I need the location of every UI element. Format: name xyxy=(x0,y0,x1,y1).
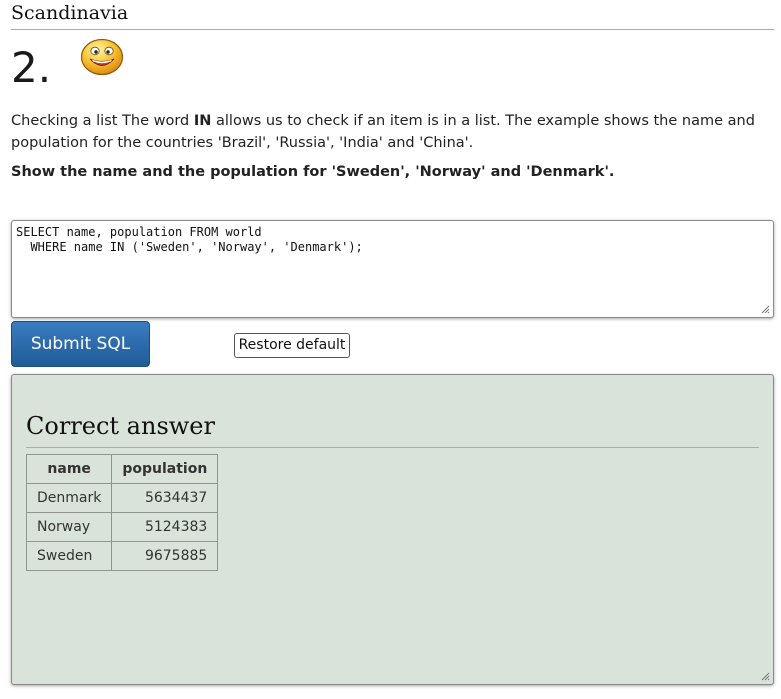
restore-default-button[interactable]: Restore default xyxy=(234,333,350,358)
submit-sql-button[interactable]: Submit SQL xyxy=(11,321,150,367)
intro-text-before: Checking a list The word xyxy=(11,113,194,129)
sql-editor-text[interactable]: SELECT name, population FROM world WHERE… xyxy=(16,225,363,254)
section-divider xyxy=(11,29,774,30)
cell-name: Denmark xyxy=(25,483,113,513)
table-header-row: name population xyxy=(25,454,219,484)
cell-name: Sweden xyxy=(25,541,113,571)
smiling-face-icon xyxy=(80,38,124,76)
column-header-name: name xyxy=(25,454,113,484)
question-number: 2. xyxy=(11,43,52,92)
resize-grip-icon[interactable] xyxy=(761,672,770,681)
cell-name: Norway xyxy=(25,512,113,542)
table-row: Norway 5124383 xyxy=(25,512,219,542)
table-row: Sweden 9675885 xyxy=(25,541,219,571)
table-row: Denmark 5634437 xyxy=(25,483,219,513)
answer-divider xyxy=(26,447,759,448)
question-intro: Checking a list The word IN allows us to… xyxy=(11,110,771,154)
section-title: Scandinavia xyxy=(11,2,129,24)
column-header-population: population xyxy=(111,454,219,484)
answer-panel: Correct answer name population Denmark 5… xyxy=(11,374,774,685)
cell-population: 9675885 xyxy=(111,541,219,571)
question-task: Show the name and the population for 'Sw… xyxy=(11,164,615,180)
answer-heading: Correct answer xyxy=(26,412,215,440)
keyword-in: IN xyxy=(193,113,212,129)
sql-editor[interactable]: SELECT name, population FROM world WHERE… xyxy=(11,220,774,318)
result-table: name population Denmark 5634437 Norway 5… xyxy=(25,454,219,571)
resize-grip-icon[interactable] xyxy=(761,305,770,314)
cell-population: 5634437 xyxy=(111,483,219,513)
cell-population: 5124383 xyxy=(111,512,219,542)
